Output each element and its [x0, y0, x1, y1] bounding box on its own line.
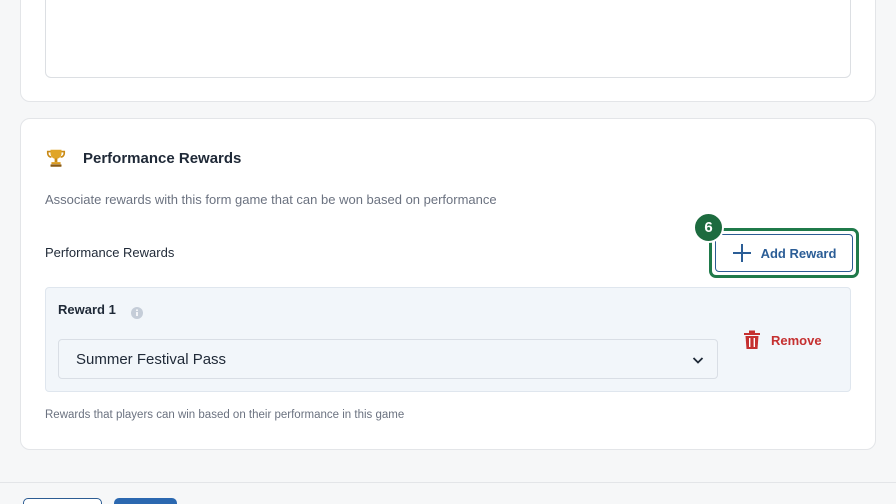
rewards-field-label: Performance Rewards [45, 245, 175, 260]
performance-rewards-card: Performance Rewards Associate rewards wi… [20, 118, 876, 450]
add-reward-button[interactable]: Add Reward [715, 234, 853, 272]
reward-select[interactable]: Summer Festival Pass [58, 339, 718, 379]
add-reward-label: Add Reward [760, 245, 837, 261]
section-description: Associate rewards with this form game th… [45, 192, 497, 207]
section-title: Performance Rewards [83, 149, 242, 167]
footer-secondary-button[interactable] [23, 498, 102, 504]
footer-divider [0, 482, 896, 483]
description-textarea[interactable] [45, 0, 851, 78]
reward-item: Reward 1 Summer Festival Pass Remove [45, 287, 851, 392]
section-header: Performance Rewards [45, 146, 241, 170]
info-icon[interactable] [131, 307, 143, 319]
chevron-down-icon [692, 357, 704, 364]
plus-icon [732, 244, 751, 262]
rewards-helper-text: Rewards that players can win based on th… [45, 409, 405, 421]
trash-icon [744, 330, 760, 349]
footer-primary-button[interactable] [114, 498, 177, 504]
page: Performance Rewards Associate rewards wi… [0, 0, 896, 504]
remove-reward-button[interactable]: Remove [743, 329, 822, 351]
description-card [20, 0, 876, 102]
reward-label: Reward 1 [58, 302, 116, 317]
trophy-icon [46, 149, 66, 167]
reward-select-value: Summer Festival Pass [76, 350, 227, 368]
remove-label: Remove [771, 332, 822, 348]
add-reward-highlight: Add Reward [709, 228, 859, 278]
step-badge: 6 [693, 212, 724, 243]
